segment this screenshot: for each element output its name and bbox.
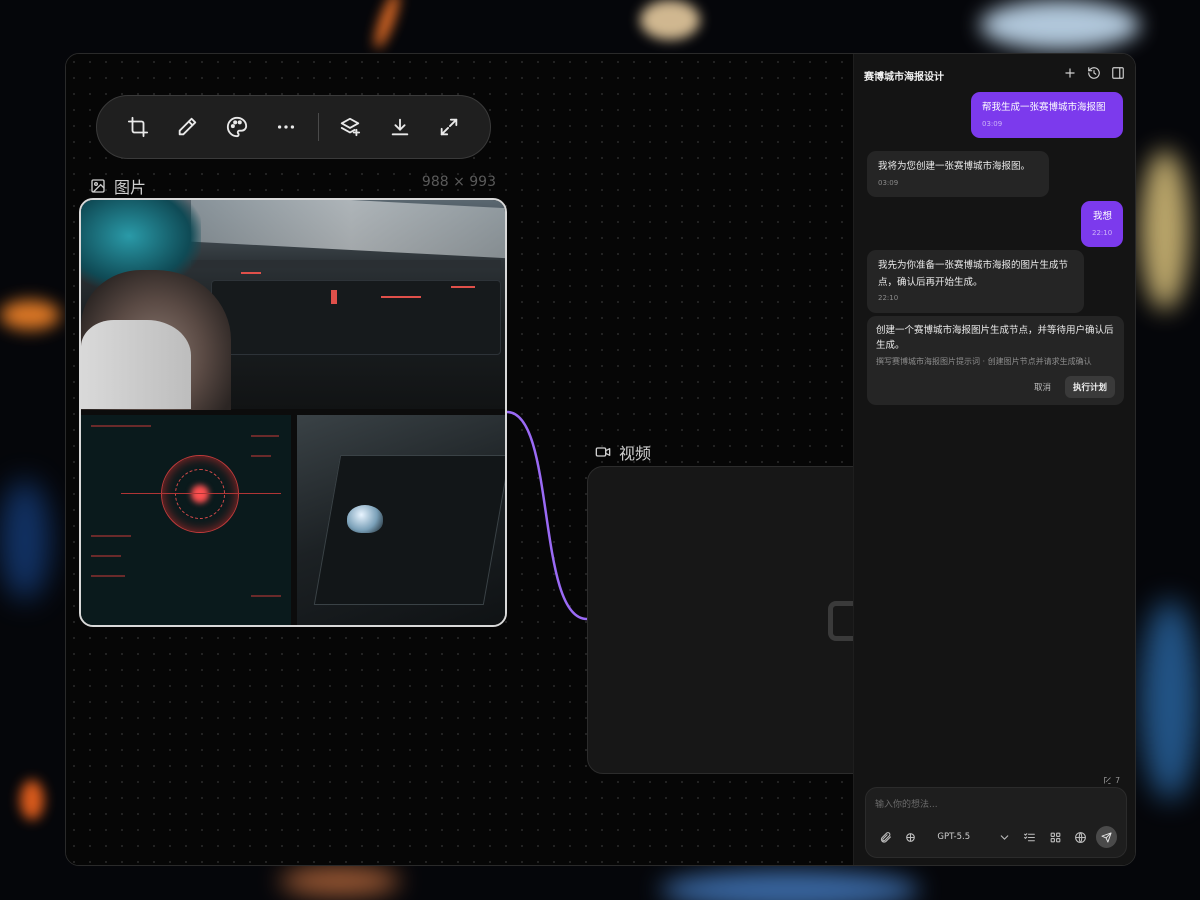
video-node-label: 视频: [595, 440, 651, 464]
chat-message-user: 我想 22:10: [1081, 201, 1123, 247]
execute-plan-button[interactable]: 执行计划: [1064, 376, 1115, 398]
chat-input[interactable]: [875, 797, 1115, 813]
attach-button[interactable]: [876, 827, 895, 847]
message-text: 我想: [1092, 211, 1112, 222]
ai-logo-icon: [906, 832, 916, 842]
message-time: 03:09: [878, 178, 899, 187]
globe-icon: [1074, 831, 1086, 843]
message-time: 03:09: [982, 119, 1003, 128]
chat-message-assistant: 我将为您创建一张赛博城市海报图。 03:09: [867, 151, 1049, 197]
app-window: 图片 988 × 993 视频 赛博城市海报设计 帮我生成一张赛博城市海报图 0…: [65, 53, 1136, 866]
chat-header-actions: [1063, 65, 1125, 84]
sidebar-toggle-icon: [1112, 67, 1124, 79]
web-search-button[interactable]: [1071, 827, 1090, 847]
canvas[interactable]: 图片 988 × 993 视频: [66, 54, 877, 865]
video-node-title: 视频: [619, 444, 652, 463]
message-time: 22:10: [878, 294, 899, 303]
token-count-value: 7: [1115, 776, 1120, 785]
video-node[interactable]: [587, 466, 877, 774]
message-time: 22:10: [1092, 228, 1113, 237]
message-text: 帮我生成一张赛博城市海报图: [982, 102, 1106, 113]
history-button[interactable]: [1087, 65, 1101, 84]
plan-card: 创建一个赛博城市海报图片生成节点，并等待用户确认后生成。 撰写赛博城市海报图片提…: [867, 316, 1124, 405]
chat-message-assistant: 我先为你准备一张赛博城市海报的图片生成节点，确认后再开始生成。 22:10: [867, 250, 1084, 313]
model-name: GPT-5.5: [937, 832, 971, 842]
chat-message-user: 帮我生成一张赛博城市海报图 03:09: [971, 92, 1123, 138]
apps-button[interactable]: [1045, 827, 1064, 847]
task-list-button[interactable]: [1020, 827, 1039, 847]
chevron-down-icon: [1000, 834, 1009, 840]
chat-title: 赛博城市海报设计: [864, 72, 944, 83]
collapse-panel-button[interactable]: [1111, 65, 1125, 84]
paperclip-icon: [881, 831, 892, 843]
token-counter: 7: [1103, 776, 1120, 785]
chat-composer: GPT-5.5: [865, 787, 1127, 858]
plus-icon: [1065, 68, 1075, 78]
send-button[interactable]: [1095, 826, 1117, 848]
chat-panel: 赛博城市海报设计 帮我生成一张赛博城市海报图 03:09 我将为您创建一张赛博城…: [853, 54, 1135, 865]
history-icon: [1088, 67, 1100, 79]
model-provider-button[interactable]: [901, 827, 920, 847]
grid-icon: [1050, 832, 1060, 842]
token-icon: [1104, 777, 1111, 784]
message-text: 我先为你准备一张赛博城市海报的图片生成节点，确认后再开始生成。: [878, 260, 1069, 288]
model-selector[interactable]: GPT-5.5: [937, 832, 995, 842]
message-text: 我将为您创建一张赛博城市海报图。: [878, 161, 1031, 172]
plan-description: 撰写赛博城市海报图片提示词 · 创建图片节点并请求生成确认: [876, 357, 1092, 367]
plan-title: 创建一个赛博城市海报图片生成节点，并等待用户确认后生成。: [876, 325, 1114, 352]
send-icon: [1101, 831, 1112, 843]
plan-actions: 取消 执行计划: [1030, 376, 1115, 398]
composer-toolbar: GPT-5.5: [876, 826, 1117, 848]
video-camera-icon: [595, 447, 611, 457]
checklist-icon: [1024, 832, 1036, 841]
new-chat-button[interactable]: [1063, 65, 1077, 84]
model-dropdown-button[interactable]: [995, 827, 1014, 847]
cancel-plan-button[interactable]: 取消: [1030, 377, 1055, 397]
